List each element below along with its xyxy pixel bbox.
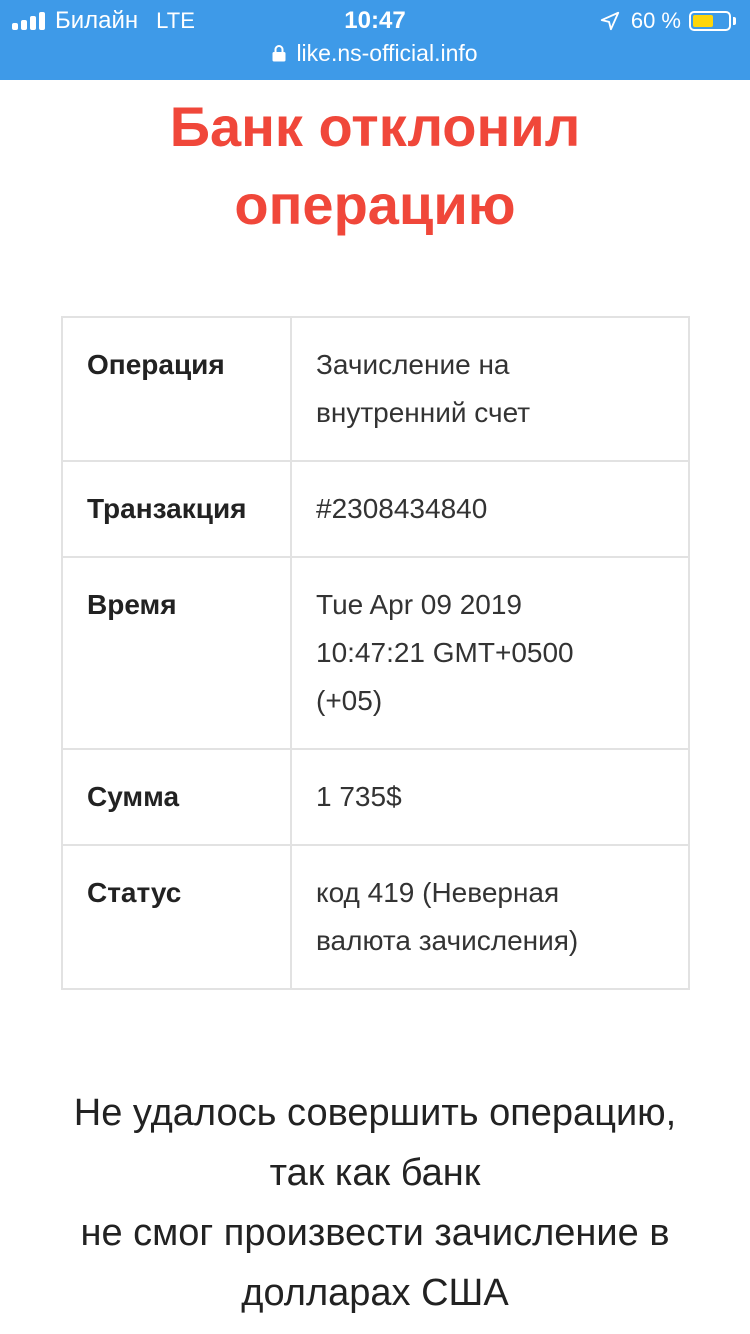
row-value-operation: Зачисление на внутренний счет: [290, 316, 690, 462]
value-line: 1 735$: [316, 781, 402, 812]
table-row: Время Tue Apr 09 2019 10:47:21 GMT+0500 …: [61, 556, 690, 750]
address-bar[interactable]: like.ns-official.info: [0, 38, 750, 68]
message-line: долларах США: [241, 1272, 509, 1314]
table-row: Операция Зачисление на внутренний счет: [61, 316, 690, 462]
lock-icon: [272, 44, 286, 61]
value-line: 10:47:21 GMT+0500: [316, 637, 574, 668]
row-label-operation: Операция: [61, 316, 292, 462]
battery-cap: [733, 17, 736, 25]
row-label-amount: Сумма: [61, 748, 292, 846]
table-row: Сумма 1 735$: [61, 748, 690, 846]
url-text[interactable]: like.ns-official.info: [296, 40, 477, 67]
table-row: Статус код 419 (Неверная валюта зачислен…: [61, 844, 690, 990]
row-label-transaction: Транзакция: [61, 460, 292, 558]
message-line: так как банк: [269, 1152, 481, 1194]
message-line: Не удалось совершить операцию,: [73, 1092, 677, 1134]
value-line: (+05): [316, 685, 383, 716]
message-line: не смог произвести зачисление в: [80, 1212, 670, 1254]
status-bar: Билайн LTE 10:47 60 % like.ns-official.i…: [0, 0, 750, 80]
page-title-line-2: операцию: [234, 173, 516, 236]
row-value-status: код 419 (Неверная валюта зачисления): [290, 844, 690, 990]
row-label-status: Статус: [61, 844, 292, 990]
value-line: валюта зачисления): [316, 925, 579, 956]
transaction-details-table: Операция Зачисление на внутренний счет Т…: [61, 316, 690, 990]
battery-icon: [689, 11, 731, 31]
status-right: 60 %: [599, 6, 736, 36]
value-line: код 419 (Неверная: [316, 877, 560, 908]
value-line: Зачисление на: [316, 349, 510, 380]
location-arrow-icon: [600, 11, 620, 31]
page-title: Банк отклонил операцию: [0, 88, 750, 244]
value-line: #2308434840: [316, 493, 488, 524]
table-row: Транзакция #2308434840: [61, 460, 690, 558]
value-line: внутренний счет: [316, 397, 531, 428]
row-label-time: Время: [61, 556, 292, 750]
battery-fill: [693, 15, 713, 27]
battery-percent: 60 %: [630, 8, 681, 33]
value-line: Tue Apr 09 2019: [316, 589, 523, 620]
row-value-amount: 1 735$: [290, 748, 690, 846]
row-value-time: Tue Apr 09 2019 10:47:21 GMT+0500 (+05): [290, 556, 690, 750]
row-value-transaction: #2308434840: [290, 460, 690, 558]
page-title-line-1: Банк отклонил: [169, 95, 581, 158]
failure-message: Не удалось совершить операцию, так как б…: [0, 1083, 750, 1323]
